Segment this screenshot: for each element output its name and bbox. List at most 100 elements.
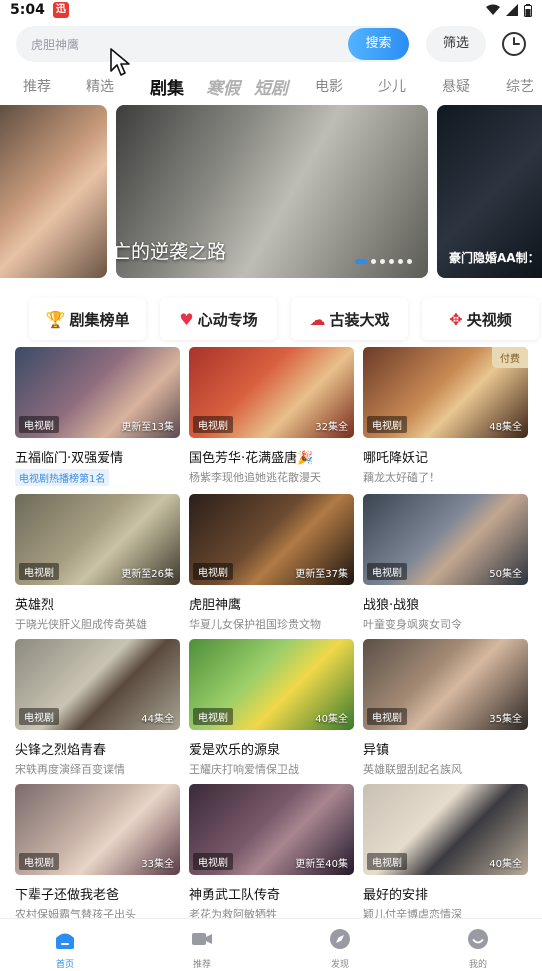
home-icon [56, 933, 74, 949]
card-subtitle: 王耀庆打响爱情保卫战 [189, 763, 299, 776]
nav-recommend[interactable]: 推荐 [172, 928, 232, 970]
mouse-cursor-icon [110, 48, 130, 76]
card-title: 虎胆神鹰 [189, 598, 242, 613]
card-title: 战狼·战狼 [363, 598, 420, 613]
trophy-icon: 🏆 [45, 309, 66, 329]
tab-movies[interactable]: 电影 [315, 76, 343, 96]
channel-heart[interactable]: ♥ 心动专场 [160, 298, 277, 340]
category-tabs: 推荐 精选 剧集 寒假 短剧 电影 少儿 悬疑 综艺 [0, 76, 542, 102]
video-camera-icon [192, 933, 212, 945]
tab-featured[interactable]: 精选 [86, 76, 114, 96]
banner-slide-prev[interactable] [0, 105, 107, 278]
channel-label: 央视频 [466, 310, 512, 329]
heart-icon: ♥ [179, 309, 194, 329]
card-subtitle: 于晓光侠肝义胆成传奇英雄 [15, 618, 147, 631]
category-tag: 电视剧 [19, 708, 59, 725]
filter-button[interactable]: 筛选 [426, 26, 486, 62]
history-clock-icon[interactable] [501, 31, 527, 57]
poster-image: 电视剧 32集全 [189, 347, 354, 438]
channel-cctv[interactable]: ✥ 央视频 [422, 298, 539, 340]
category-tag: 电视剧 [367, 563, 407, 580]
tab-winter-break[interactable]: 寒假 [206, 74, 240, 99]
search-button[interactable]: 搜索 [348, 28, 409, 60]
search-input[interactable]: 虎胆神鹰 搜索 [16, 26, 409, 62]
rank-badge: 电视剧热播榜第1名 [15, 469, 110, 486]
episode-status: 40集全 [489, 859, 522, 870]
episode-status: 更新至13集 [121, 422, 174, 433]
category-tag: 电视剧 [193, 416, 233, 433]
tab-series[interactable]: 剧集 [150, 74, 184, 99]
tab-mystery[interactable]: 悬疑 [442, 76, 470, 96]
channel-costume-drama[interactable]: ☁ 古装大戏 [291, 298, 408, 340]
card-title: 下辈子还做我老爸 [15, 888, 120, 903]
poster-image: 电视剧 更新至40集 [189, 784, 354, 875]
carousel-indicator [355, 259, 412, 264]
episode-status: 35集全 [489, 714, 522, 725]
search-row: 虎胆神鹰 搜索 筛选 [16, 26, 526, 62]
drama-card[interactable]: 电视剧 50集全 战狼·战狼 叶童变身飒爽女司令 [363, 494, 528, 632]
poster-image: 电视剧 40集全 [189, 639, 354, 730]
channel-label: 剧集榜单 [69, 310, 130, 329]
banner-caption: 亡的逆袭之路 [116, 241, 227, 263]
drama-card[interactable]: 电视剧 32集全 国色芳华·花满盛唐🎉 杨紫李现他追她逃花散漫天 [189, 347, 354, 485]
card-title: 最好的安排 [363, 888, 429, 903]
tab-short-drama[interactable]: 短剧 [254, 74, 288, 99]
episode-status: 44集全 [141, 714, 174, 725]
tab-variety[interactable]: 综艺 [506, 76, 534, 96]
status-bar: 5:04 迅 [0, 0, 542, 20]
drama-card[interactable]: 电视剧 更新至40集 神勇武工队传奇 老花为救阿敏牺牲 [189, 784, 354, 922]
nav-label: 我的 [468, 960, 487, 970]
category-tag: 电视剧 [367, 708, 407, 725]
channel-shortcuts: 🏆 剧集榜单 ♥ 心动专场 ☁ 古装大戏 ✥ 央视频 [0, 298, 542, 340]
tab-kids[interactable]: 少儿 [378, 76, 406, 96]
drama-card[interactable]: 电视剧 33集全 下辈子还做我老爸 农村保姆霸气替孩子出头 [15, 784, 180, 922]
card-subtitle: 华夏儿女保护祖国珍贵文物 [189, 618, 321, 631]
drama-card[interactable]: 电视剧 40集全 爱是欢乐的源泉 王耀庆打响爱情保卫战 [189, 639, 354, 777]
banner-slide-current[interactable]: 亡的逆袭之路 [116, 105, 428, 278]
card-title: 爱是欢乐的源泉 [189, 743, 281, 758]
drama-card[interactable]: 电视剧 40集全 最好的安排 颖儿付辛博虐恋情深 [363, 784, 528, 922]
category-tag: 电视剧 [193, 708, 233, 725]
poster-image: 电视剧 更新至26集 [15, 494, 180, 585]
category-tag: 电视剧 [19, 853, 59, 870]
drama-card[interactable]: 电视剧 更新至13集 五福临门·双强爱情 电视剧热播榜第1名 [15, 347, 180, 486]
category-tag: 电视剧 [193, 853, 233, 870]
search-placeholder: 虎胆神鹰 [31, 38, 80, 52]
battery-icon [524, 3, 532, 17]
drama-card[interactable]: 电视剧 44集全 尖锋之烈焰青春 宋轶再度演绎百变谍情 [15, 639, 180, 777]
nav-home[interactable]: 首页 [35, 928, 95, 970]
channel-label: 心动专场 [197, 310, 258, 329]
category-tag: 电视剧 [193, 563, 233, 580]
episode-status: 更新至26集 [121, 569, 174, 580]
card-title: 异镇 [363, 743, 390, 758]
nav-label: 发现 [330, 960, 349, 970]
card-title: 神勇武工队传奇 [189, 888, 281, 903]
nav-label: 首页 [55, 960, 74, 970]
tab-recommend[interactable]: 推荐 [23, 76, 51, 96]
card-title: 英雄烈 [15, 598, 55, 613]
cctv-logo-icon: ✥ [449, 309, 463, 329]
channel-label: 古装大戏 [329, 310, 390, 329]
category-tag: 电视剧 [19, 563, 59, 580]
category-tag: 电视剧 [367, 416, 407, 433]
app-badge-icon: 迅 [52, 2, 69, 18]
episode-status: 更新至37集 [295, 569, 348, 580]
nav-discover[interactable]: 发现 [310, 928, 370, 970]
category-tag: 电视剧 [367, 853, 407, 870]
poster-image: 付费 电视剧 48集全 [363, 347, 528, 438]
card-title: 五福临门·双强爱情 [15, 451, 124, 466]
bottom-nav: 首页 推荐 发现 我的 [0, 918, 542, 971]
poster-image: 电视剧 更新至37集 [189, 494, 354, 585]
channel-series-ranking[interactable]: 🏆 剧集榜单 [29, 298, 146, 340]
episode-status: 更新至40集 [295, 859, 348, 870]
nav-profile[interactable]: 我的 [448, 928, 508, 970]
card-title: 尖锋之烈焰青春 [15, 743, 107, 758]
nav-label: 推荐 [192, 960, 211, 970]
drama-card[interactable]: 付费 电视剧 48集全 哪吒降妖记 藕龙太好磕了！ [363, 347, 528, 485]
banner-slide-next[interactable]: 豪门隐婚AA制： [437, 105, 542, 278]
drama-card[interactable]: 电视剧 更新至26集 英雄烈 于晓光侠肝义胆成传奇英雄 [15, 494, 180, 632]
smiley-profile-icon [468, 929, 488, 949]
drama-card[interactable]: 电视剧 35集全 异镇 英雄联盟刮起名族风 [363, 639, 528, 777]
drama-card[interactable]: 电视剧 更新至37集 虎胆神鹰 华夏儿女保护祖国珍贵文物 [189, 494, 354, 632]
card-title: 国色芳华·花满盛唐🎉 [189, 451, 314, 466]
